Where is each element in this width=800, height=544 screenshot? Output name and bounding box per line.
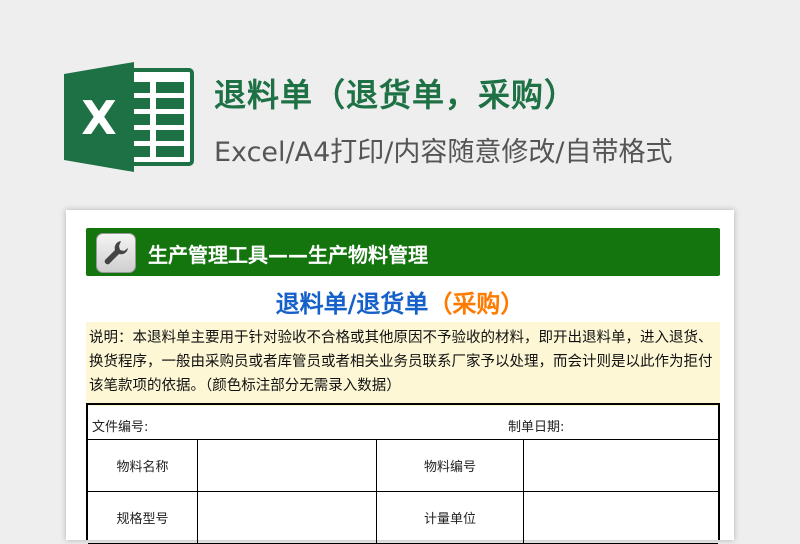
table-row: 物料名称 物料编号: [88, 439, 718, 492]
unit-cell[interactable]: [524, 491, 718, 543]
page-subtitle: Excel/A4打印/内容随意修改/自带格式: [214, 137, 673, 168]
instruction-note: 说明：本退料单主要用于针对验收不合格或其他原因不予验收的材料，即开出退料单，进入…: [86, 322, 720, 406]
material-code-label: 物料编号: [377, 439, 524, 491]
form-table: 文件编号: 制单日期: 物料名称 物料编号 规格型号 计量单位: [86, 403, 720, 544]
page-title: 退料单（退货单，采购）: [214, 76, 578, 114]
form-header-row: 文件编号: 制单日期:: [88, 405, 718, 440]
material-code-cell[interactable]: [524, 439, 718, 491]
excel-logo-letter: X: [81, 91, 116, 145]
date-label: 制单日期:: [508, 420, 565, 435]
wrench-icon: [96, 233, 136, 273]
material-name-cell[interactable]: [198, 439, 377, 491]
document-title-main: 退料单/退货单: [275, 290, 429, 318]
sheet-banner: 生产管理工具——生产物料管理: [86, 228, 720, 276]
table-row: 规格型号 计量单位: [88, 491, 718, 544]
banner-title: 生产管理工具——生产物料管理: [148, 243, 428, 267]
excel-logo-icon: X: [64, 62, 194, 172]
spreadsheet-preview: 生产管理工具——生产物料管理 退料单/退货单（采购） 说明：本退料单主要用于针对…: [66, 210, 734, 544]
document-title: 退料单/退货单（采购）: [66, 284, 734, 319]
document-title-sub: （采购）: [428, 290, 525, 318]
spec-model-cell[interactable]: [198, 491, 377, 543]
spec-model-label: 规格型号: [88, 491, 198, 543]
material-name-label: 物料名称: [88, 439, 198, 491]
unit-label: 计量单位: [377, 491, 524, 543]
doc-number-label: 文件编号:: [92, 420, 149, 435]
